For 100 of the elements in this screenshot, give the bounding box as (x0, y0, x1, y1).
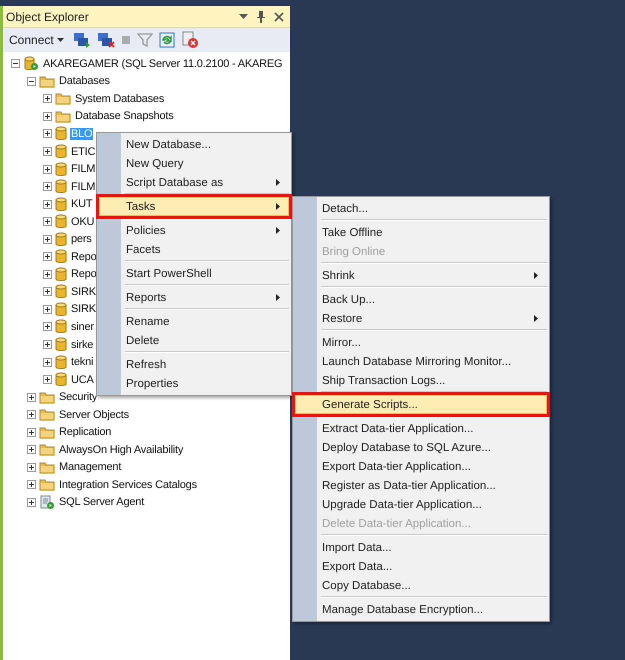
expand-icon[interactable] (43, 358, 52, 367)
dropdown-icon[interactable] (239, 14, 248, 20)
tree-item[interactable]: FILM (70, 163, 96, 176)
expand-icon[interactable] (43, 129, 52, 138)
tree-item[interactable]: Repo (70, 250, 98, 263)
server-connect-icon[interactable] (72, 32, 91, 48)
expand-icon[interactable] (27, 410, 36, 420)
tree-item[interactable]: Repo (70, 268, 98, 280)
menu-item[interactable]: Take Offline (295, 223, 547, 242)
database-icon (55, 232, 67, 247)
tree-item[interactable]: Integration Services Catalogs (58, 478, 198, 491)
tree-item[interactable]: SIRK (70, 286, 97, 298)
scroll-stop-icon[interactable] (180, 31, 199, 49)
menu-item[interactable]: Export Data-tier Application... (295, 457, 547, 476)
expand-icon[interactable] (43, 164, 52, 174)
menu-item[interactable]: Script Database as (99, 173, 289, 192)
menu-item[interactable]: Deploy Database to SQL Azure... (295, 438, 547, 457)
refresh-icon[interactable] (158, 32, 175, 48)
expand-icon[interactable] (43, 182, 52, 192)
expand-icon[interactable] (43, 234, 52, 244)
menu-item[interactable]: Back Up... (295, 290, 547, 309)
tree-item[interactable]: FILM (70, 180, 96, 193)
expand-icon[interactable] (43, 217, 52, 226)
tree-item[interactable]: sirke (70, 338, 94, 351)
expand-icon[interactable] (43, 375, 52, 384)
menu-item[interactable]: Rename (99, 312, 289, 331)
menu-item[interactable]: Restore (295, 309, 547, 328)
tree-item[interactable]: Security (58, 391, 98, 404)
tree-item[interactable]: tekni (70, 356, 94, 368)
submenu-arrow-icon (276, 227, 280, 234)
database-icon (55, 214, 67, 230)
menu-item[interactable]: Tasks (99, 197, 289, 216)
tree-item[interactable]: SQL Server Agent (58, 496, 146, 508)
tree-item[interactable]: Databases (58, 75, 111, 88)
database-icon (55, 284, 67, 300)
collapse-icon[interactable] (11, 59, 20, 68)
tree-item[interactable]: pers (70, 233, 93, 246)
menu-item[interactable]: Manage Database Encryption... (295, 600, 547, 619)
database-icon (55, 354, 67, 370)
expand-icon[interactable] (43, 112, 52, 121)
expand-icon[interactable] (27, 392, 36, 402)
expand-icon[interactable] (43, 270, 52, 279)
menu-item[interactable]: Properties (99, 374, 289, 393)
tree-item[interactable]: AKAREGAMER (SQL Server 11.0.2100 - AKAREG (42, 58, 284, 70)
tree-item[interactable]: KUT (70, 198, 94, 210)
menu-item[interactable]: Facets (99, 240, 289, 259)
tree-item[interactable]: System Databases (74, 92, 166, 105)
submenu-arrow-icon (534, 272, 538, 279)
menu-item[interactable]: Mirror... (295, 333, 547, 352)
menu-item[interactable]: Detach... (295, 199, 547, 218)
tree-item[interactable]: siner (70, 320, 95, 333)
menu-item[interactable]: Extract Data-tier Application... (295, 419, 547, 438)
caret-icon (56, 38, 64, 42)
tree-item[interactable]: UCA (70, 374, 95, 386)
close-icon[interactable] (274, 12, 284, 22)
menu-item[interactable]: New Database... (99, 135, 289, 154)
menu-item[interactable]: Register as Data-tier Application... (295, 476, 547, 495)
tree-item[interactable]: Management (58, 461, 122, 474)
expand-icon[interactable] (27, 445, 36, 454)
tree-item[interactable]: Replication (58, 426, 112, 438)
menu-item[interactable]: Refresh (99, 355, 289, 374)
tree-item[interactable]: SIRK (70, 303, 97, 316)
expand-icon[interactable] (27, 480, 36, 490)
tree-item[interactable]: Database Snapshots (74, 110, 175, 122)
menu-item[interactable]: Start PowerShell (99, 264, 289, 283)
expand-icon[interactable] (43, 147, 52, 156)
expand-icon[interactable] (43, 304, 52, 314)
expand-icon[interactable] (43, 94, 52, 104)
menu-item[interactable]: New Query (99, 154, 289, 173)
expand-icon[interactable] (43, 322, 52, 332)
expand-icon[interactable] (27, 498, 36, 507)
menu-item[interactable]: Copy Database... (295, 576, 547, 595)
connect-button[interactable]: Connect (9, 33, 64, 47)
expand-icon[interactable] (43, 200, 52, 209)
menu-item[interactable]: Ship Transaction Logs... (295, 371, 547, 390)
folder-icon (39, 408, 55, 422)
menu-item[interactable]: Export Data... (295, 557, 547, 576)
expand-icon[interactable] (27, 462, 36, 472)
pin-icon[interactable] (256, 10, 266, 23)
submenu-arrow-icon (276, 179, 280, 186)
tree-item[interactable]: AlwaysOn High Availability (58, 444, 184, 456)
collapse-icon[interactable] (27, 76, 36, 86)
menu-item[interactable]: Policies (99, 221, 289, 240)
folder-icon (39, 74, 55, 88)
tree-item[interactable]: ETIC (70, 146, 96, 158)
tree-item[interactable]: Server Objects (58, 408, 130, 421)
menu-item[interactable]: Upgrade Data-tier Application... (295, 495, 547, 514)
expand-icon[interactable] (43, 287, 52, 296)
tree-item[interactable]: OKU (70, 216, 96, 228)
menu-item[interactable]: Delete (99, 331, 289, 350)
menu-item[interactable]: Generate Scripts... (295, 395, 547, 414)
database-icon (55, 372, 67, 388)
menu-item[interactable]: Import Data... (295, 538, 547, 557)
expand-icon[interactable] (43, 252, 52, 262)
expand-icon[interactable] (43, 340, 52, 350)
menu-item[interactable]: Launch Database Mirroring Monitor... (295, 352, 547, 371)
menu-item[interactable]: Reports (99, 288, 289, 307)
expand-icon[interactable] (27, 428, 36, 437)
server-disconnect-icon[interactable] (96, 32, 115, 48)
menu-item[interactable]: Shrink (295, 266, 547, 285)
